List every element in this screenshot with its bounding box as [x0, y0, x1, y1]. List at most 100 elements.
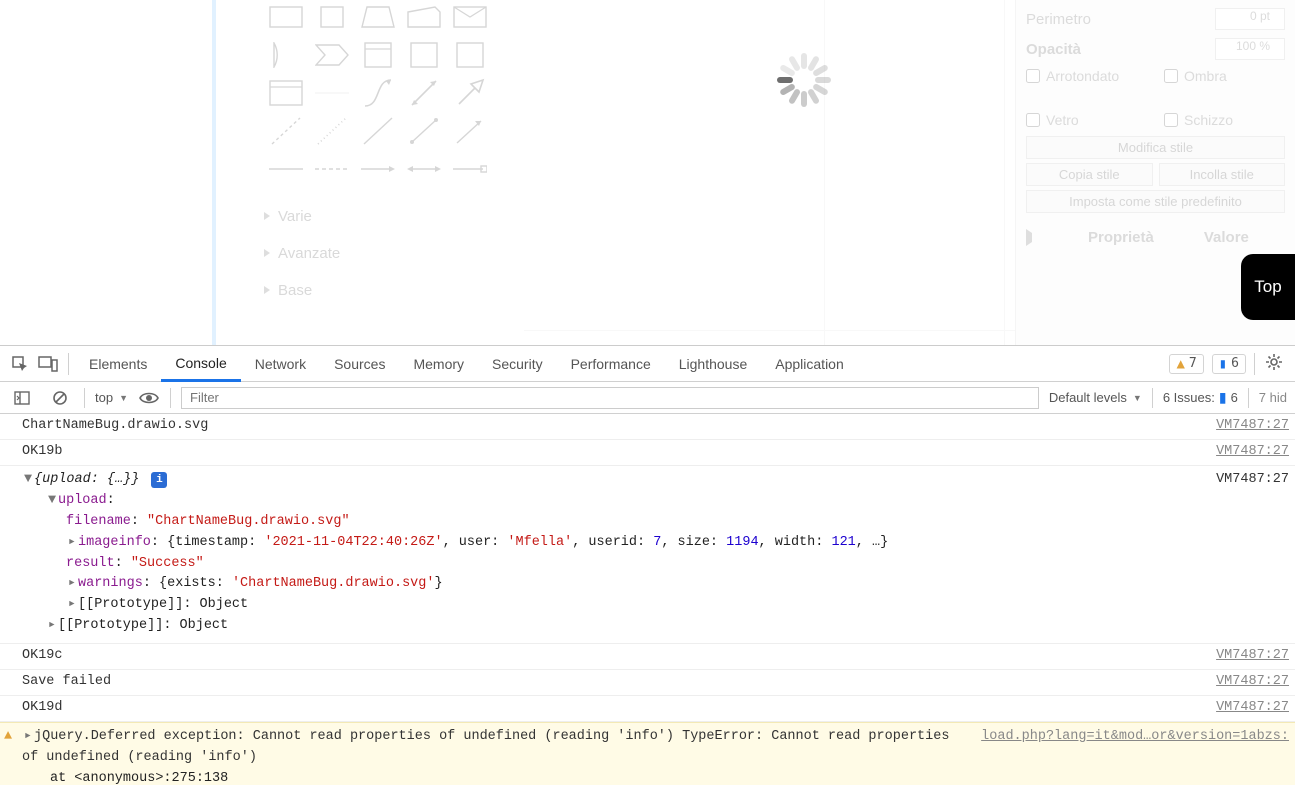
shape-hopen-icon[interactable]	[448, 152, 492, 186]
filter-input[interactable]	[181, 387, 1039, 409]
hidden-label: 7 hid	[1259, 390, 1287, 405]
shape-square-icon[interactable]	[310, 0, 354, 34]
info-icon[interactable]: i	[151, 472, 167, 488]
prop-value: , width:	[759, 535, 832, 550]
messages-badge[interactable]: ▮6	[1212, 354, 1246, 374]
properties-header[interactable]: Proprietà Valore	[1026, 229, 1285, 246]
top-badge[interactable]: Top	[1241, 254, 1295, 320]
tab-network[interactable]: Network	[241, 346, 320, 382]
source-link[interactable]: VM7487:27	[1216, 442, 1289, 463]
console-row: ChartNameBug.drawio.svg VM7487:27	[0, 414, 1295, 440]
section-base[interactable]: Base	[244, 272, 524, 309]
prop-value: : Object	[183, 597, 248, 612]
clear-console-icon[interactable]	[46, 384, 74, 412]
copia-stile-button[interactable]: Copia stile	[1026, 163, 1153, 186]
imposta-predef-button[interactable]: Imposta come stile predefinito	[1026, 190, 1285, 213]
prop-key: upload	[58, 493, 107, 508]
prop-value: "ChartNameBug.drawio.svg"	[147, 514, 350, 529]
device-icon[interactable]	[34, 350, 62, 378]
shape-rect-icon[interactable]	[264, 0, 308, 34]
shape-label-icon[interactable]	[310, 76, 354, 110]
source-link[interactable]: load.php?lang=it&mod…or&version=1abzs:	[981, 727, 1289, 785]
shape-fatarrow-icon[interactable]	[448, 76, 492, 110]
source-link[interactable]: VM7487:27	[1216, 698, 1289, 719]
source-link[interactable]: VM7487:27	[1216, 470, 1289, 637]
shape-window-icon[interactable]	[264, 76, 308, 110]
warning-icon: ▲	[4, 727, 12, 748]
arrotondato-checkbox[interactable]: Arrotondato	[1026, 68, 1136, 84]
shape-dotted-icon[interactable]	[310, 114, 354, 148]
issues-indicator[interactable]: 6 Issues: ▮ 6	[1163, 389, 1238, 406]
shape-chevron-icon[interactable]	[310, 38, 354, 72]
expand-icon[interactable]: ▸	[66, 533, 78, 554]
expand-icon[interactable]: ▸	[22, 727, 34, 748]
shape-hdash-icon[interactable]	[310, 152, 354, 186]
incolla-stile-button[interactable]: Incolla stile	[1159, 163, 1286, 186]
prop-key: [[Prototype]]	[58, 618, 163, 633]
perimetro-input[interactable]: 0 pt	[1215, 8, 1285, 30]
shape-trapezoid-icon[interactable]	[356, 0, 400, 34]
shape-biarrow-icon[interactable]	[402, 76, 446, 110]
vetro-checkbox[interactable]: Vetro	[1026, 112, 1136, 128]
console-object: ▼{upload: {…}} i ▼upload: filename: "Cha…	[0, 466, 1295, 644]
log-message: OK19c	[22, 646, 1208, 667]
shape-dashed-icon[interactable]	[264, 114, 308, 148]
expand-icon[interactable]: ▼	[46, 491, 58, 512]
prop-key: warnings	[78, 576, 143, 591]
ombra-checkbox[interactable]: Ombra	[1164, 68, 1274, 84]
source-link[interactable]: VM7487:27	[1216, 646, 1289, 667]
expand-icon[interactable]: ▸	[46, 616, 58, 637]
source-link[interactable]: VM7487:27	[1216, 416, 1289, 437]
proprieta-label: Proprietà	[1088, 229, 1154, 246]
warnings-count: 7	[1189, 356, 1197, 371]
ombra-label: Ombra	[1184, 68, 1227, 84]
shape-envelope-icon[interactable]	[448, 0, 492, 34]
console-warning: ▲ ▸jQuery.Deferred exception: Cannot rea…	[0, 722, 1295, 785]
shape-biline-icon[interactable]	[402, 114, 446, 148]
shape-ribbon-icon[interactable]	[402, 0, 446, 34]
section-avanzate[interactable]: Avanzate	[244, 235, 524, 272]
sidebar-toggle-icon[interactable]	[8, 384, 36, 412]
modifica-stile-button[interactable]: Modifica stile	[1026, 136, 1285, 159]
shape-line-icon[interactable]	[356, 114, 400, 148]
shape-halfcircle-icon[interactable]	[264, 38, 308, 72]
context-label: top	[95, 390, 113, 405]
opacita-input[interactable]: 100 %	[1215, 38, 1285, 60]
shape-hline-icon[interactable]	[264, 152, 308, 186]
shape-container-icon[interactable]	[356, 38, 400, 72]
tab-console[interactable]: Console	[161, 346, 240, 382]
shape-hbiarrow-icon[interactable]	[402, 152, 446, 186]
section-varie[interactable]: Varie	[244, 198, 524, 235]
log-message: ChartNameBug.drawio.svg	[22, 416, 1208, 437]
shape-curve-icon[interactable]	[356, 76, 400, 110]
shape-arrow-icon[interactable]	[448, 114, 492, 148]
expand-icon[interactable]: ▼	[22, 470, 34, 491]
tab-memory[interactable]: Memory	[399, 346, 478, 382]
prop-value: {timestamp:	[167, 535, 264, 550]
issues-label: 6 Issues:	[1163, 390, 1215, 405]
source-link[interactable]: VM7487:27	[1216, 672, 1289, 693]
tab-application[interactable]: Application	[761, 346, 858, 382]
tab-sources[interactable]: Sources	[320, 346, 399, 382]
prop-value: 121	[831, 535, 855, 550]
shape-rect2-icon[interactable]	[402, 38, 446, 72]
live-expression-icon[interactable]	[138, 387, 160, 409]
warning-text: jQuery.Deferred exception: Cannot read p…	[34, 729, 949, 744]
tab-security[interactable]: Security	[478, 346, 557, 382]
settings-icon[interactable]	[1265, 353, 1283, 374]
tab-lighthouse[interactable]: Lighthouse	[665, 346, 762, 382]
shape-harrow-icon[interactable]	[356, 152, 400, 186]
devtools-tabs: Elements Console Network Sources Memory …	[0, 346, 1295, 382]
levels-select[interactable]: Default levels	[1049, 390, 1142, 405]
expand-icon[interactable]: ▸	[66, 574, 78, 595]
console-output[interactable]: ChartNameBug.drawio.svg VM7487:27 OK19b …	[0, 414, 1295, 785]
inspect-icon[interactable]	[6, 350, 34, 378]
expand-icon[interactable]: ▸	[66, 595, 78, 616]
shape-rect3-icon[interactable]	[448, 38, 492, 72]
warnings-badge[interactable]: ▲7	[1169, 354, 1203, 374]
tab-elements[interactable]: Elements	[75, 346, 161, 382]
prop-value: '2021-11-04T22:40:26Z'	[264, 535, 442, 550]
tab-performance[interactable]: Performance	[557, 346, 665, 382]
schizzo-checkbox[interactable]: Schizzo	[1164, 112, 1274, 128]
context-select[interactable]: top	[95, 390, 128, 405]
